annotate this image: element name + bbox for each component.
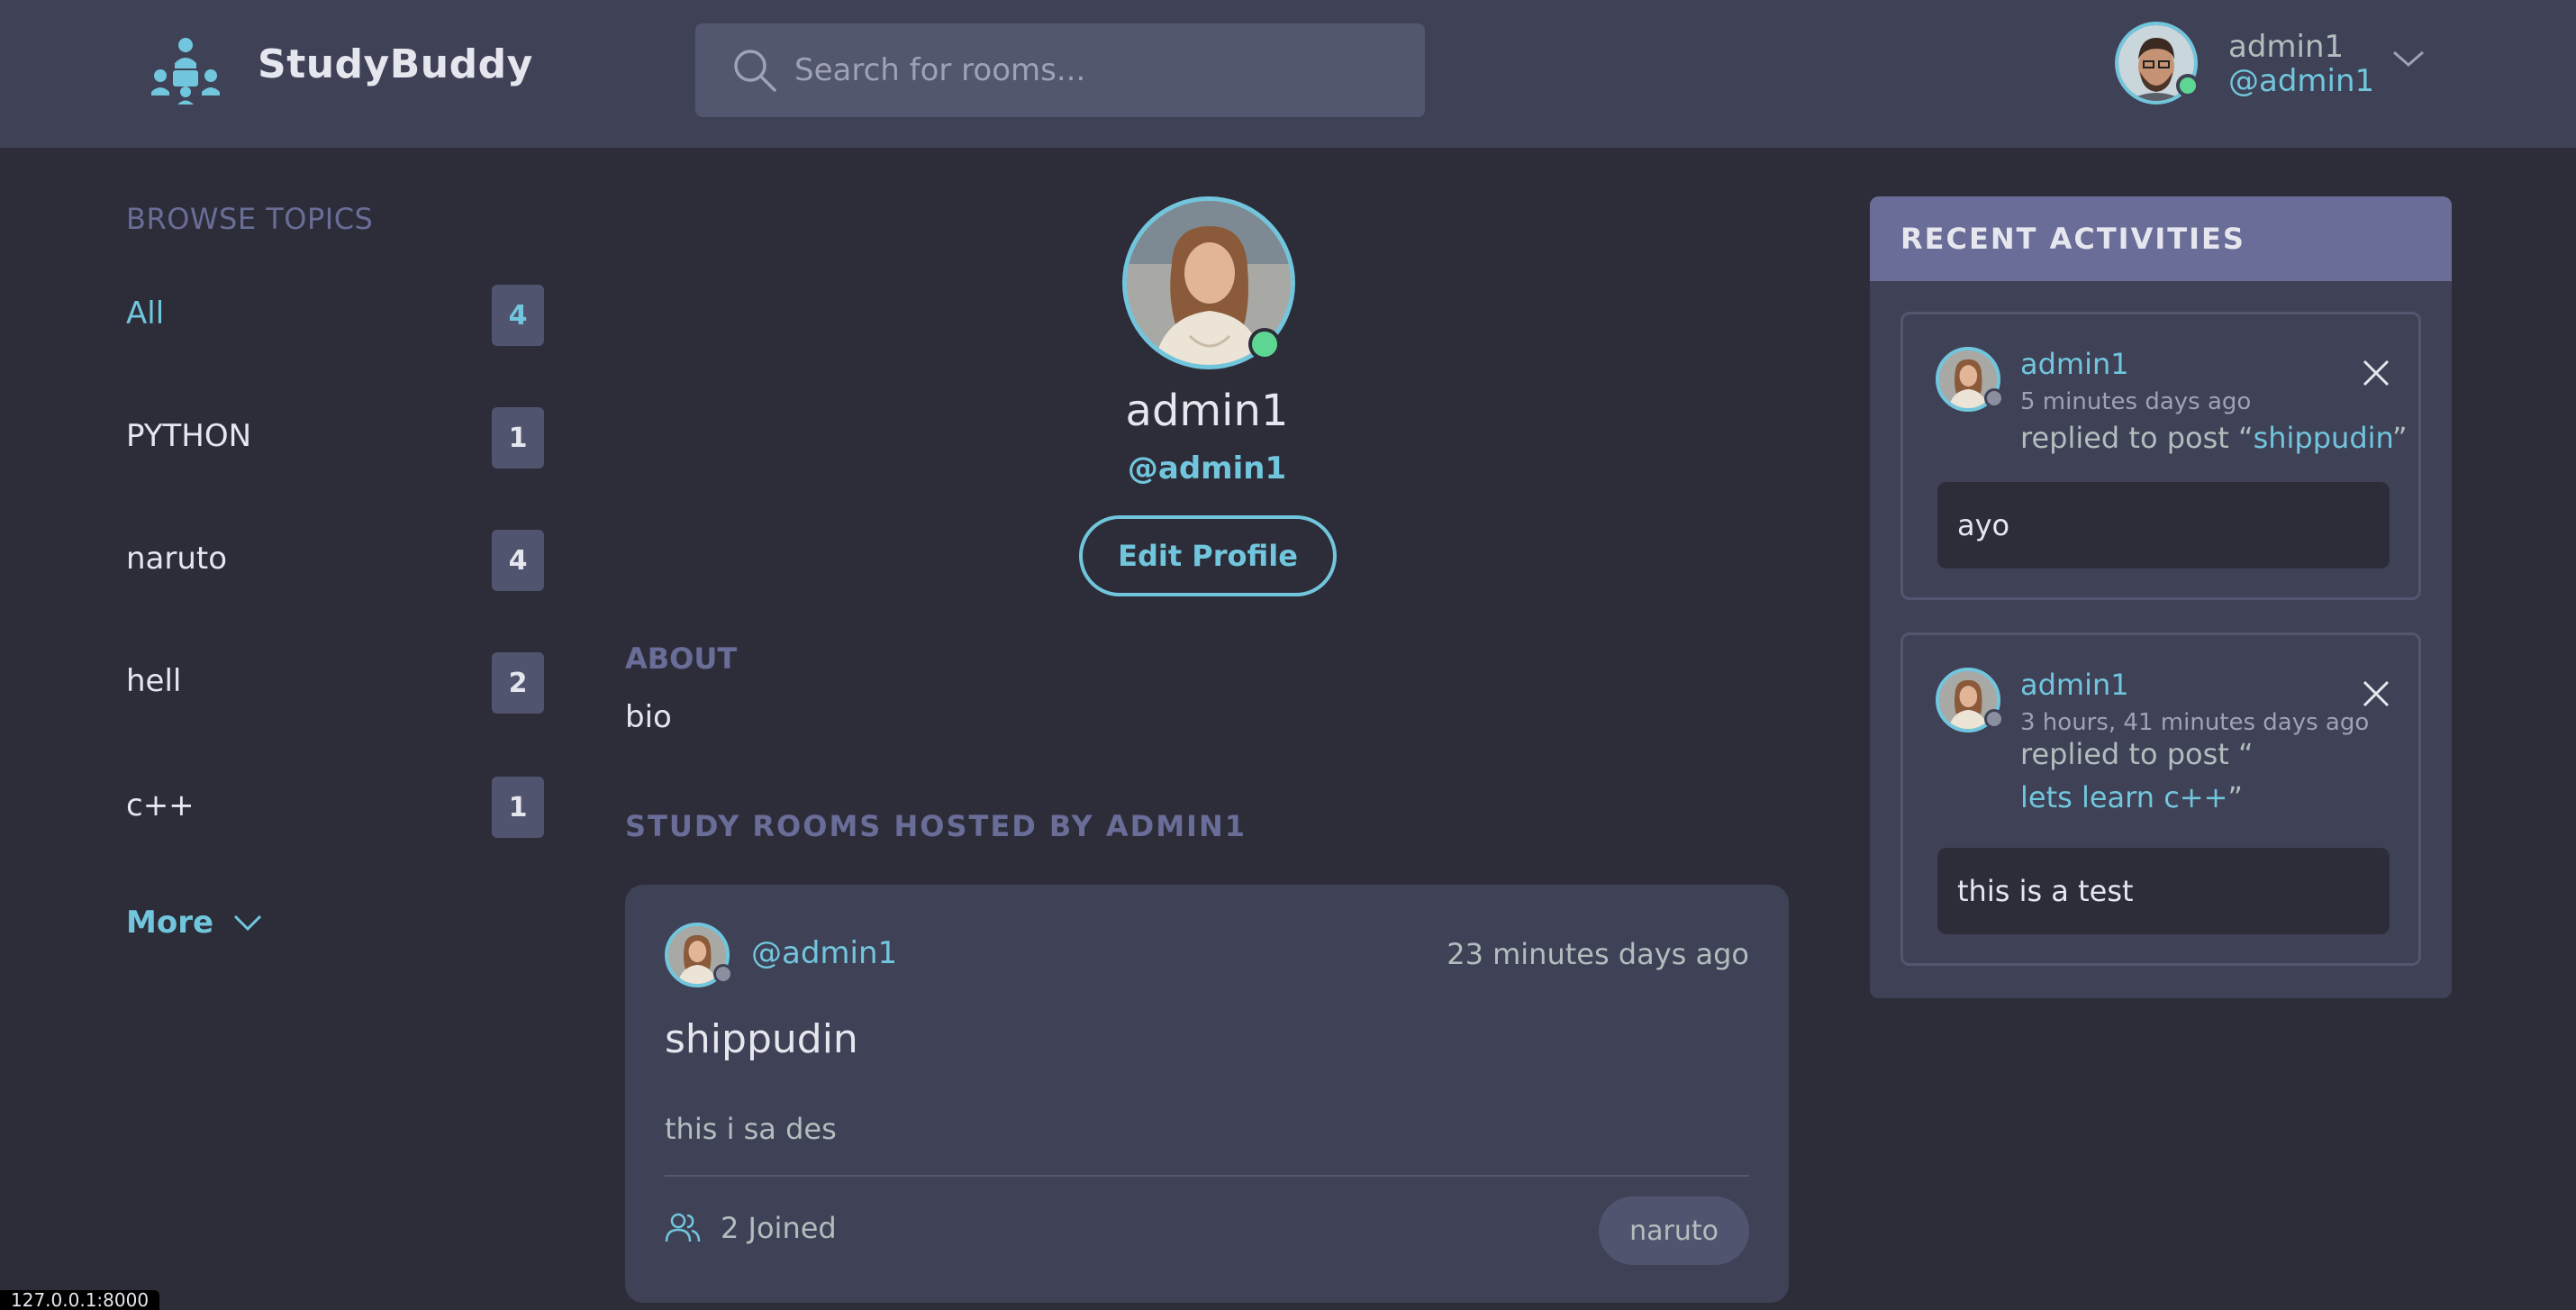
activity-description: replied to post “ lets learn c++” xyxy=(2020,732,2381,819)
topic-count-badge: 1 xyxy=(492,777,544,838)
user-menu[interactable]: admin1 @admin1 xyxy=(2115,22,2439,112)
chevron-down-icon[interactable] xyxy=(2389,45,2428,72)
activity-item: admin1 3 hours, 41 minutes days ago repl… xyxy=(1900,632,2421,966)
topic-count-badge: 2 xyxy=(492,652,544,714)
activities-header: RECENT ACTIVITIES xyxy=(1870,196,2452,281)
topic-count-badge: 4 xyxy=(492,285,544,346)
room-description: this i sa des xyxy=(665,1112,837,1146)
topic-item-cpp[interactable]: c++ 1 xyxy=(126,777,544,840)
browse-topics-title: BROWSE TOPICS xyxy=(126,202,374,236)
activity-message: ayo xyxy=(1937,482,2390,569)
header-user-name[interactable]: admin1 xyxy=(2228,29,2344,65)
offline-status-dot xyxy=(1984,388,2004,408)
more-label: More xyxy=(126,905,214,941)
search-icon xyxy=(734,50,776,92)
close-icon[interactable] xyxy=(2361,358,2391,388)
search-input[interactable] xyxy=(794,43,1389,97)
recent-activities-panel: RECENT ACTIVITIES admin1 5 minutes days … xyxy=(1870,196,2452,998)
about-text: bio xyxy=(625,699,672,735)
reply-suffix: ” xyxy=(2392,421,2408,455)
edit-profile-button[interactable]: Edit Profile xyxy=(1079,515,1337,596)
divider xyxy=(665,1175,1749,1177)
search-bar[interactable] xyxy=(695,23,1425,117)
room-participants: 2 Joined xyxy=(665,1211,837,1245)
offline-status-dot xyxy=(713,964,733,984)
app-name[interactable]: StudyBuddy xyxy=(258,41,533,87)
activity-item: admin1 5 minutes days ago replied to pos… xyxy=(1900,312,2421,600)
users-icon xyxy=(665,1213,701,1242)
activities-title: RECENT ACTIVITIES xyxy=(1900,222,2245,256)
topic-label: PYTHON xyxy=(126,418,252,454)
activity-timestamp: 5 minutes days ago xyxy=(2020,388,2252,415)
topic-label: c++ xyxy=(126,787,195,823)
reply-prefix: replied to post “ xyxy=(2020,737,2254,771)
room-timestamp: 23 minutes days ago xyxy=(1447,937,1749,971)
online-status-dot xyxy=(1248,328,1281,360)
profile-handle: @admin1 xyxy=(1127,450,1287,487)
topic-item-all[interactable]: All 4 xyxy=(126,285,544,348)
topic-count-badge: 4 xyxy=(492,530,544,591)
offline-status-dot xyxy=(1984,709,2004,729)
activity-user-link[interactable]: admin1 xyxy=(2020,347,2129,381)
topic-label: hell xyxy=(126,663,182,699)
post-link[interactable]: shippudin xyxy=(2254,421,2392,455)
close-icon[interactable] xyxy=(2361,678,2391,709)
header-user-handle[interactable]: @admin1 xyxy=(2228,63,2374,99)
topic-tag[interactable]: naruto xyxy=(1599,1196,1749,1265)
joined-count: 2 Joined xyxy=(721,1211,837,1245)
activity-user-link[interactable]: admin1 xyxy=(2020,668,2129,702)
reply-prefix: replied to post “ xyxy=(2020,421,2254,455)
topic-item-naruto[interactable]: naruto 4 xyxy=(126,530,544,593)
activity-description: replied to post “shippudin” xyxy=(2020,421,2408,455)
topic-label: naruto xyxy=(126,541,228,577)
post-link[interactable]: lets learn c++ xyxy=(2020,780,2227,814)
room-host-link[interactable]: @admin1 xyxy=(751,935,897,971)
room-card[interactable]: @admin1 23 minutes days ago shippudin th… xyxy=(625,885,1789,1303)
room-title-link[interactable]: shippudin xyxy=(665,1016,858,1062)
topic-item-python[interactable]: PYTHON 1 xyxy=(126,407,544,470)
topic-count-badge: 1 xyxy=(492,407,544,469)
profile-name: admin1 xyxy=(1125,386,1289,436)
more-topics-button[interactable]: More xyxy=(126,905,264,941)
chevron-down-icon xyxy=(233,914,262,932)
online-status-dot xyxy=(2176,74,2200,97)
topic-label: All xyxy=(126,296,165,332)
topic-item-hell[interactable]: hell 2 xyxy=(126,652,544,715)
studybuddy-logo-icon[interactable] xyxy=(150,36,222,105)
reply-suffix: ” xyxy=(2227,780,2243,814)
about-title: ABOUT xyxy=(625,641,738,676)
activity-message: this is a test xyxy=(1937,848,2390,934)
top-navbar: StudyBuddy admin1 @admin1 xyxy=(0,0,2576,148)
browser-status-bar: 127.0.0.1:8000 xyxy=(0,1289,160,1310)
hosted-rooms-title: STUDY ROOMS HOSTED BY ADMIN1 xyxy=(625,809,1247,843)
